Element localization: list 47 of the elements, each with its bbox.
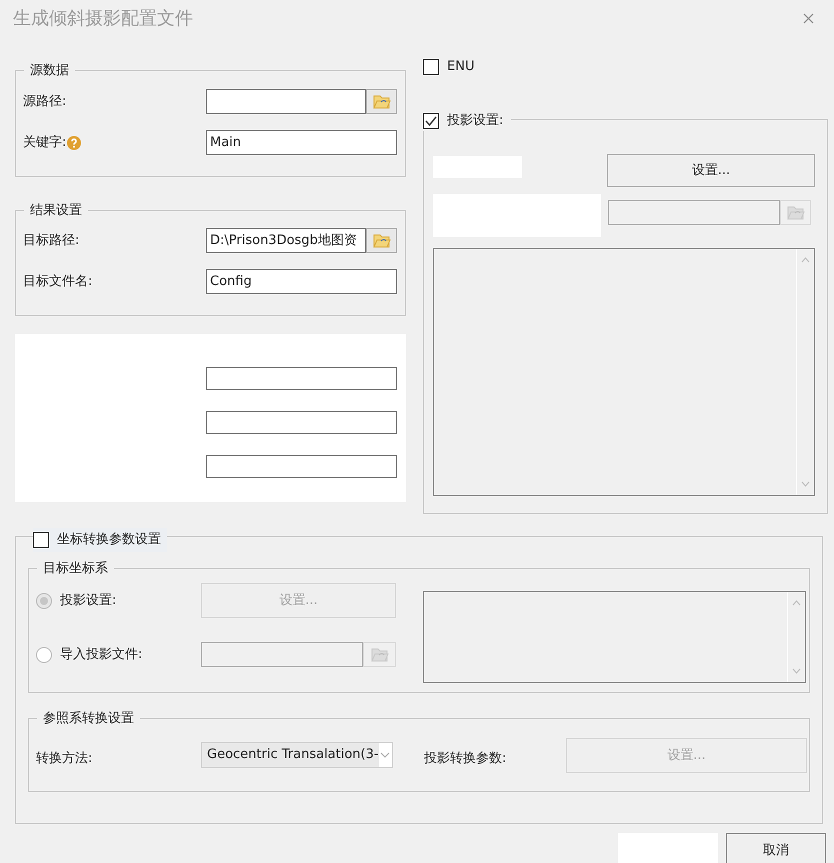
folder-icon	[370, 647, 388, 662]
browse-button[interactable]	[366, 89, 397, 114]
text-field[interactable]: Config	[206, 269, 397, 294]
radio-label: 投影设置:	[60, 592, 116, 610]
text-field[interactable]	[206, 89, 366, 114]
scroll-down-icon[interactable]	[801, 481, 810, 487]
text-field[interactable]: Main	[206, 130, 397, 155]
window-title: 生成倾斜摄影配置文件	[13, 7, 193, 31]
field-label: 投影转换参数:	[424, 750, 508, 768]
field-label: 目标文件名:	[23, 272, 92, 291]
scroll-up-icon[interactable]	[792, 600, 801, 606]
checkbox-label: 投影设置:	[447, 112, 504, 130]
settings-button[interactable]: 设置...	[607, 154, 815, 187]
group-title: 结果设置	[24, 202, 88, 219]
field-label: 关键字:	[23, 134, 66, 152]
group-title: 参照系转换设置	[37, 710, 140, 727]
checkbox-label: 坐标转换参数设置	[57, 531, 161, 549]
folder-icon	[372, 233, 390, 248]
browse-button[interactable]	[366, 228, 397, 253]
checkbox[interactable]	[423, 58, 439, 74]
text-area[interactable]	[423, 591, 806, 683]
text-field[interactable]: D:\Prison3Dosgb地图资	[206, 228, 366, 253]
browse-button[interactable]	[363, 642, 396, 667]
caret-icon[interactable]	[380, 752, 390, 758]
help-icon[interactable]	[67, 136, 82, 150]
checkbox[interactable]	[423, 112, 439, 129]
dropdown-value: Geocentric Transalation(3-	[207, 746, 379, 764]
file-path-field[interactable]	[201, 642, 363, 667]
folder-icon	[786, 205, 804, 220]
checkbox-label: ENU	[447, 58, 474, 76]
scroll-up-icon[interactable]	[801, 257, 810, 263]
field-label: 源路径:	[23, 92, 66, 111]
radio-label: 导入投影文件:	[60, 646, 142, 664]
text-field[interactable]	[206, 411, 397, 434]
browse-button[interactable]	[780, 200, 811, 225]
radio-button[interactable]	[36, 646, 52, 662]
folder-icon	[372, 94, 390, 109]
group-title: 源数据	[24, 62, 75, 79]
checkbox[interactable]	[33, 532, 49, 548]
text-field[interactable]	[206, 367, 397, 390]
close-icon[interactable]	[803, 13, 814, 24]
group-title: 目标坐标系	[37, 560, 114, 577]
scroll-down-icon[interactable]	[792, 668, 801, 674]
field-label: 转换方法:	[36, 750, 94, 768]
field-label: 目标路径:	[23, 232, 80, 250]
text-field[interactable]	[206, 455, 397, 478]
cancel-button[interactable]: 取消	[726, 833, 826, 863]
